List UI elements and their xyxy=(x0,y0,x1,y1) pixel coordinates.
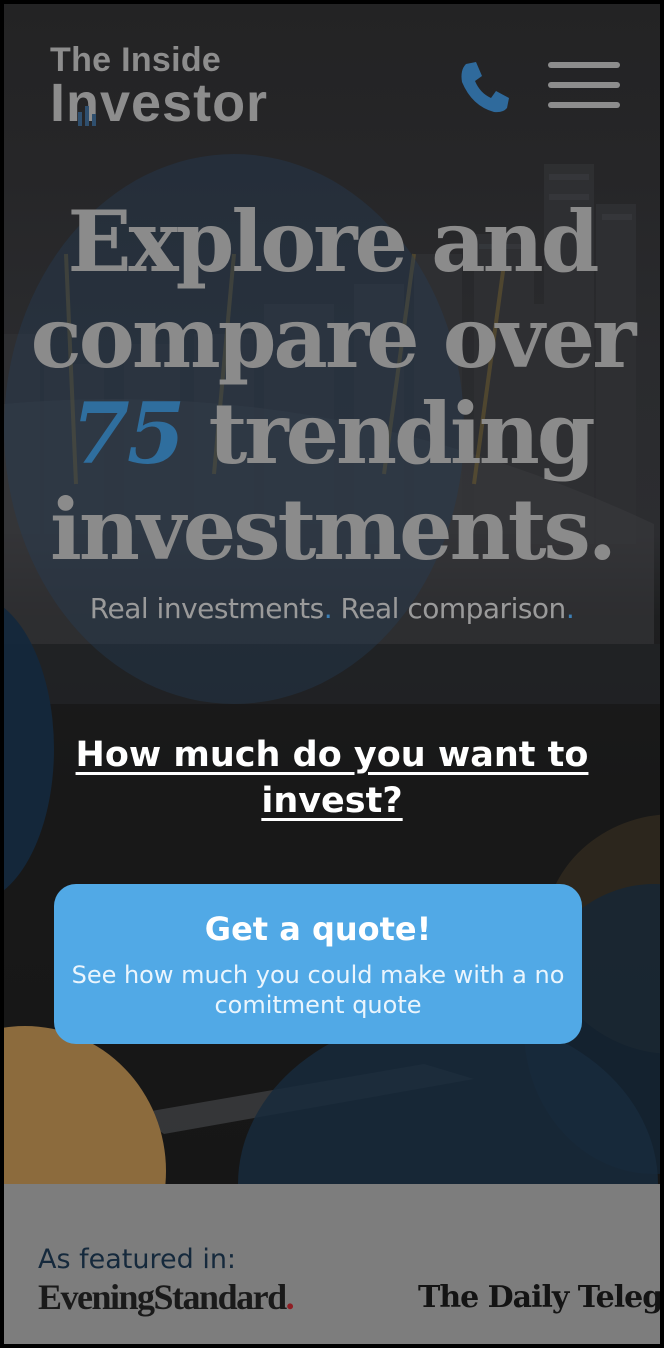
quote-button-title: Get a quote! xyxy=(204,910,432,948)
bar-chart-icon xyxy=(78,106,96,126)
tagline-part-2: Real comparison xyxy=(332,592,567,625)
daily-telegraph-logo[interactable]: The Daily Telegr xyxy=(418,1280,660,1315)
evening-standard-dot: . xyxy=(285,1277,295,1317)
hamburger-menu-icon[interactable] xyxy=(548,62,620,112)
menu-bar-bottom xyxy=(548,102,620,108)
invest-amount-link[interactable]: How much do you want to invest? xyxy=(44,732,620,824)
site-logo[interactable]: The Inside Investor xyxy=(50,42,268,130)
menu-bar-middle xyxy=(548,82,620,88)
page-frame: The Inside Investor Explore and compare … xyxy=(0,0,664,1348)
menu-bar-top xyxy=(548,62,620,68)
tagline-part-1: Real investments xyxy=(89,592,324,625)
headline-line-3: 75 trending xyxy=(4,386,660,482)
headline-line-3-text: trending xyxy=(182,384,596,483)
featured-label: As featured in: xyxy=(38,1244,237,1275)
hero-tagline: Real investments. Real comparison. xyxy=(4,592,660,625)
investment-count: 75 xyxy=(71,384,185,483)
featured-in-strip: As featured in: EveningStandard. The Dai… xyxy=(4,1184,660,1344)
hero-headline: Explore and compare over 75 trending inv… xyxy=(4,194,660,578)
evening-standard-logo[interactable]: EveningStandard. xyxy=(38,1276,295,1318)
headline-line-2: compare over xyxy=(30,288,637,387)
logo-text-main: Investor xyxy=(50,76,268,130)
quote-button-subtitle: See how much you could make with a no co… xyxy=(71,961,565,1019)
headline-line-1: Explore and xyxy=(67,192,600,291)
evening-standard-text: EveningStandard xyxy=(38,1277,287,1317)
tagline-dot-1: . xyxy=(323,592,333,625)
phone-icon[interactable] xyxy=(458,60,510,114)
tagline-dot-2: . xyxy=(565,592,575,625)
headline-line-4: investments. xyxy=(49,480,617,579)
get-quote-button[interactable]: Get a quote! See how much you could make… xyxy=(54,884,582,1044)
